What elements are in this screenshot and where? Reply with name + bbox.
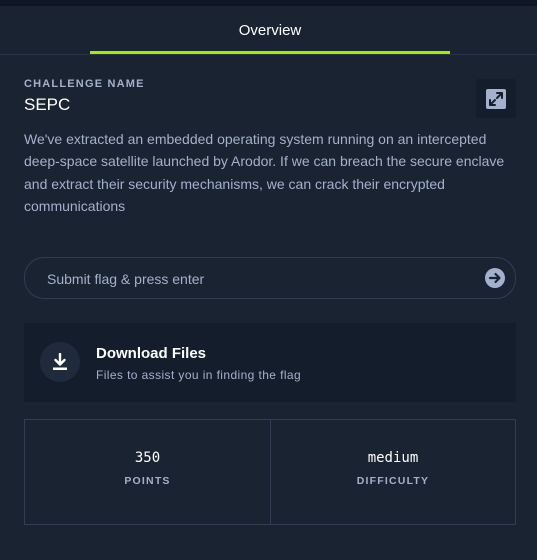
share-icon — [486, 88, 506, 109]
challenge-name-label: CHALLENGE NAME — [24, 78, 145, 90]
flag-input[interactable] — [45, 258, 469, 300]
tab-overview[interactable]: Overview — [90, 6, 450, 54]
challenge-title: SEPC — [24, 95, 71, 114]
active-tab-indicator — [90, 51, 450, 54]
flag-submit-form — [24, 257, 516, 300]
arrow-right-circle-icon[interactable] — [485, 268, 505, 288]
download-title: Download Files — [96, 345, 207, 362]
difficulty-label: DIFFICULTY — [356, 475, 430, 487]
difficulty-stat: medium DIFFICULTY — [271, 420, 515, 524]
challenge-stats: 350 POINTS medium DIFFICULTY — [24, 419, 516, 525]
download-subtitle: Files to assist you in finding the flag — [96, 368, 302, 382]
download-icon — [53, 353, 67, 370]
difficulty-value: medium — [367, 450, 419, 466]
tab-bar: Overview — [0, 6, 537, 55]
share-button[interactable] — [476, 79, 516, 118]
download-files-button[interactable]: Download Files Files to assist you in fi… — [24, 323, 516, 402]
points-stat: 350 POINTS — [25, 420, 271, 524]
points-value: 350 — [134, 450, 161, 466]
download-icon-container — [40, 342, 80, 382]
challenge-description: We've extracted an embedded operating sy… — [24, 131, 505, 214]
points-label: POINTS — [124, 475, 171, 487]
